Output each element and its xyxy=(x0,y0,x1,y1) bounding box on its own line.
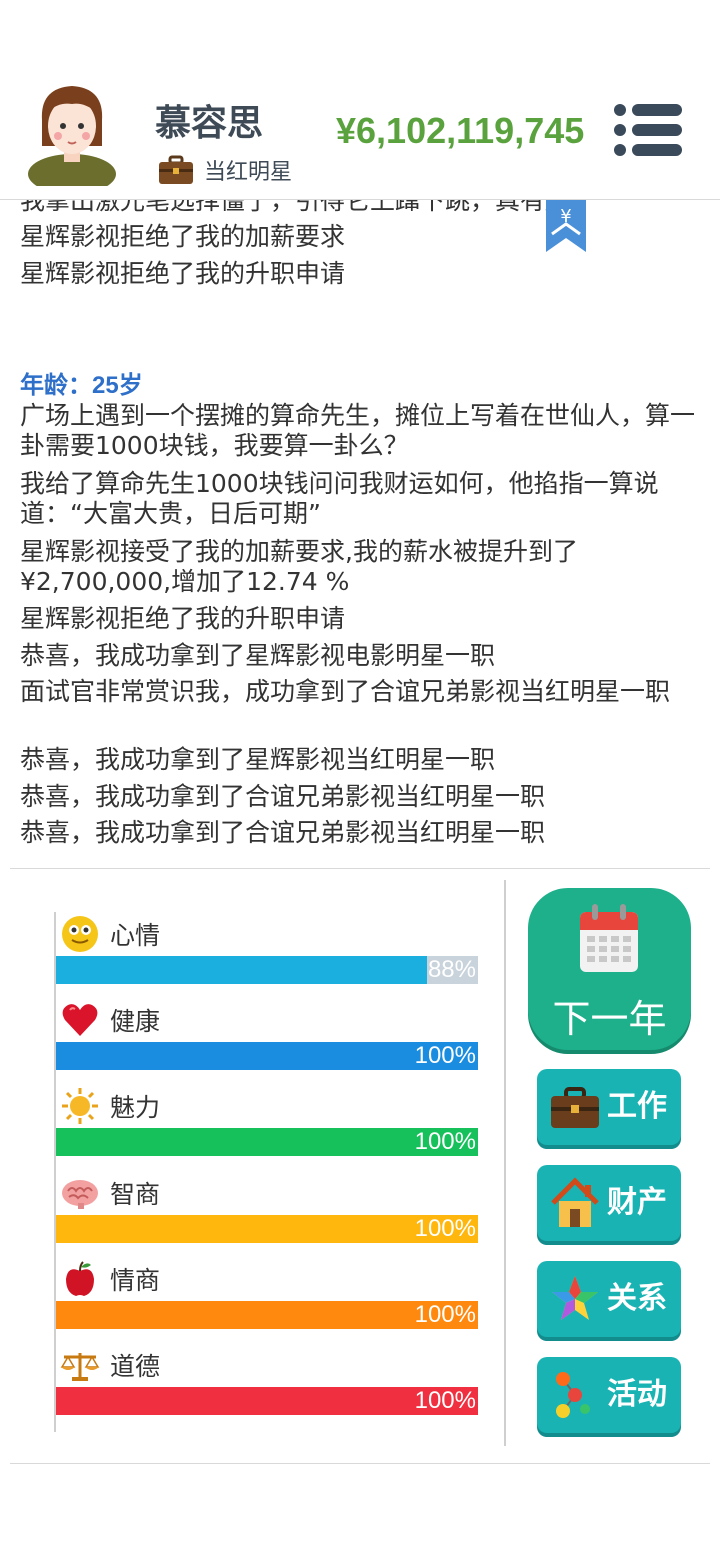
activities-label: 活动 xyxy=(607,1377,667,1412)
profile-header: 慕容思 当红明星 ¥6,102,119,745 xyxy=(0,60,720,200)
next-year-button[interactable]: 下一年 xyxy=(528,888,691,1050)
stat-morality: 道德 100% xyxy=(56,1345,478,1431)
stat-label: 智商 xyxy=(110,1180,161,1209)
log-line: 星辉影视拒绝了我的升职申请 xyxy=(20,604,346,633)
log-line: 星辉影视拒绝了我的升职申请 xyxy=(20,259,346,288)
relations-label: 关系 xyxy=(607,1281,667,1316)
apple-icon xyxy=(66,1261,94,1296)
stat-bar: 100% xyxy=(56,1215,478,1243)
work-label: 工作 xyxy=(607,1089,667,1124)
work-button[interactable]: 工作 xyxy=(537,1069,681,1145)
stat-label: 心情 xyxy=(110,921,161,950)
stat-label: 道德 xyxy=(110,1352,161,1381)
log-line: 恭喜，我成功拿到了星辉影视当红明星一职 xyxy=(20,745,496,774)
activity-dots-icon xyxy=(556,1372,590,1418)
stat-bar: 100% xyxy=(56,1128,478,1156)
stat-bar: 88% xyxy=(56,956,478,984)
star-icon xyxy=(552,1276,598,1320)
log-line: 星辉影视拒绝了我的加薪要求 xyxy=(20,222,346,251)
calendar-icon xyxy=(580,904,638,972)
stat-bar: 100% xyxy=(56,1387,478,1415)
log-line: 广场上遇到一个摆摊的算命先生，摊位上写着在世仙人，算一卦需要1000块钱，我要算… xyxy=(20,401,696,460)
stat-mood: 心情 88% xyxy=(56,914,478,1000)
stat-value: 100% xyxy=(414,1042,476,1069)
avatar[interactable] xyxy=(28,76,116,186)
log-line: 恭喜，我成功拿到了合谊兄弟影视当红明星一职 xyxy=(20,782,546,811)
scale-icon xyxy=(60,1353,100,1381)
house-icon xyxy=(551,1177,599,1227)
log-line-partial: 我拿出激光笔选择僵了，引得它上蹿下跳，真有趣 xyxy=(20,200,571,215)
smiley-icon xyxy=(62,916,98,952)
stat-bar: 100% xyxy=(56,1042,478,1070)
stat-value: 100% xyxy=(414,1215,476,1242)
divider xyxy=(10,868,710,869)
stat-iq: 智商 100% xyxy=(56,1173,478,1259)
log-line: 我给了算命先生1000块钱问问我财运如何，他掐指一算说道：“大富大贵，日后可期” xyxy=(20,469,659,528)
menu-icon[interactable] xyxy=(612,102,684,158)
log-line: 面试官非常赏识我，成功拿到了合谊兄弟影视当红明星一职 xyxy=(20,677,671,706)
log-line: 恭喜，我成功拿到了合谊兄弟影视当红明星一职 xyxy=(20,818,546,847)
log-line: 星辉影视接受了我的加薪要求,我的薪水被提升到了¥2,700,000,增加了12.… xyxy=(20,537,578,596)
job-title: 当红明星 xyxy=(204,159,293,184)
log-line: 恭喜，我成功拿到了星辉影视电影明星一职 xyxy=(20,641,496,670)
property-button[interactable]: 财产 xyxy=(537,1165,681,1241)
stat-label: 魅力 xyxy=(110,1093,161,1122)
stat-health: 健康 100% xyxy=(56,1000,478,1086)
stat-value: 88% xyxy=(427,956,476,983)
event-log[interactable]: 我拿出激光笔选择僵了，引得它上蹿下跳，真有趣 ¥ 星辉影视拒绝了我的加薪要求 星… xyxy=(0,200,720,868)
stat-bar-fill xyxy=(56,956,428,984)
stat-value: 100% xyxy=(414,1387,476,1414)
divider xyxy=(504,880,506,1446)
stat-eq: 情商 100% xyxy=(56,1259,478,1345)
briefcase-icon xyxy=(551,1087,599,1128)
stat-charm: 魅力 100% xyxy=(56,1086,478,1172)
money-balance: ¥6,102,119,745 xyxy=(336,110,585,151)
stat-label: 情商 xyxy=(110,1266,161,1295)
next-year-label: 下一年 xyxy=(552,997,667,1041)
brain-icon xyxy=(62,1180,98,1209)
briefcase-icon xyxy=(159,155,193,184)
heart-icon xyxy=(62,1004,98,1036)
stat-value: 100% xyxy=(414,1301,476,1328)
stat-label: 健康 xyxy=(110,1007,161,1036)
stat-bar: 100% xyxy=(56,1301,478,1329)
divider xyxy=(10,1463,710,1464)
relations-button[interactable]: 关系 xyxy=(537,1261,681,1337)
property-label: 财产 xyxy=(607,1185,667,1220)
stat-value: 100% xyxy=(414,1128,476,1155)
activities-button[interactable]: 活动 xyxy=(537,1357,681,1433)
player-name: 慕容思 xyxy=(155,102,264,143)
sun-icon xyxy=(62,1088,98,1124)
job-info: 当红明星 xyxy=(158,152,292,188)
age-label: 年龄：25岁 xyxy=(20,372,143,399)
